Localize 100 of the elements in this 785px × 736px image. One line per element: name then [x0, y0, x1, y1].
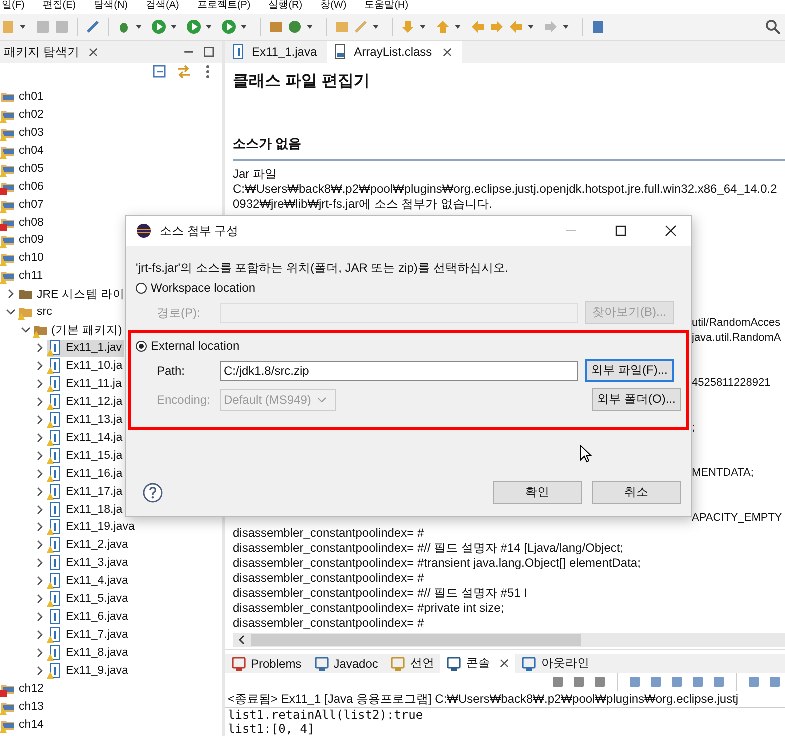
- tree-item[interactable]: Ex11_9.java: [47, 662, 130, 680]
- menu-item[interactable]: 탐색(N): [94, 0, 128, 14]
- expand-chevron-icon[interactable]: [6, 289, 16, 300]
- expand-chevron-icon[interactable]: [35, 396, 45, 407]
- tree-item[interactable]: Ex11_19.java: [47, 518, 137, 536]
- tree-item[interactable]: ch14: [0, 716, 46, 734]
- scroll-left-icon[interactable]: [237, 635, 247, 645]
- expand-chevron-icon[interactable]: [35, 414, 45, 425]
- expand-chevron-icon[interactable]: [35, 378, 45, 389]
- ok-button[interactable]: 확인: [493, 481, 582, 504]
- menu-item[interactable]: 프로젝트(P): [197, 0, 251, 14]
- view-tab[interactable]: 콘솔: [440, 654, 516, 673]
- editor-tab[interactable]: Ex11_1.java: [225, 41, 328, 63]
- expand-chevron-icon[interactable]: [35, 612, 45, 622]
- menu-item[interactable]: 편집(E): [42, 0, 76, 14]
- dropdown-caret-icon[interactable]: [135, 23, 143, 31]
- dropdown-caret-icon[interactable]: [454, 23, 462, 31]
- radio-button[interactable]: [136, 282, 147, 294]
- tree-item[interactable]: Ex11_1.jav: [47, 340, 124, 357]
- maximize-icon[interactable]: [202, 45, 216, 59]
- tree-item[interactable]: ch08: [0, 214, 46, 232]
- dropdown-caret-icon[interactable]: [19, 23, 27, 31]
- input-field[interactable]: C:/jdk1.8/src.zip: [220, 360, 578, 380]
- view-tab[interactable]: 아웃라인: [515, 654, 596, 673]
- tree-item[interactable]: ch01: [0, 88, 46, 106]
- expand-chevron-icon[interactable]: [35, 540, 45, 550]
- dropdown-caret-icon[interactable]: [306, 23, 314, 31]
- expand-chevron-icon[interactable]: [20, 325, 30, 336]
- tree-item[interactable]: ch07: [0, 196, 46, 214]
- radio-label[interactable]: Workspace location: [151, 281, 256, 295]
- tree-item[interactable]: Ex11_10.ja: [47, 358, 125, 375]
- tree-item[interactable]: ch13: [0, 698, 46, 716]
- tree-item[interactable]: Ex11_14.ja: [47, 429, 125, 446]
- editor-tab[interactable]: ArrayList.class: [327, 41, 462, 63]
- expand-chevron-icon[interactable]: [35, 522, 45, 532]
- expand-chevron-icon[interactable]: [35, 468, 45, 479]
- expand-chevron-icon[interactable]: [35, 558, 45, 568]
- dropdown-caret-icon[interactable]: [372, 23, 380, 31]
- dropdown-caret-icon[interactable]: [170, 23, 178, 31]
- expand-chevron-icon[interactable]: [35, 361, 45, 372]
- expand-chevron-icon[interactable]: [35, 648, 45, 658]
- menu-item[interactable]: 검색(A): [146, 0, 180, 14]
- tree-item[interactable]: Ex11_11.ja: [47, 375, 124, 392]
- dropdown-caret-icon[interactable]: [562, 23, 570, 31]
- tree-item[interactable]: ch09: [0, 232, 46, 249]
- radio-label[interactable]: External location: [151, 339, 240, 353]
- view-tab[interactable]: 선언: [384, 654, 440, 673]
- expand-chevron-icon[interactable]: [35, 666, 45, 676]
- menu-item[interactable]: 일(F): [2, 0, 25, 14]
- close-icon[interactable]: [665, 225, 677, 237]
- tree-item[interactable]: ch11: [0, 268, 46, 285]
- menu-item[interactable]: 창(W): [320, 0, 347, 14]
- tree-item[interactable]: Ex11_15.ja: [47, 447, 125, 464]
- radio-button[interactable]: [136, 340, 147, 352]
- expand-chevron-icon[interactable]: [35, 486, 45, 497]
- tree-item[interactable]: JRE 시스템 라이: [18, 286, 128, 303]
- tree-item[interactable]: Ex11_6.java: [47, 608, 130, 626]
- help-icon[interactable]: [143, 482, 163, 502]
- close-icon[interactable]: [443, 48, 452, 56]
- view-tab[interactable]: Javadoc: [308, 654, 384, 673]
- collapse-all-icon[interactable]: [152, 64, 168, 80]
- tree-item[interactable]: ch04: [0, 142, 46, 160]
- tree-item[interactable]: ch10: [0, 250, 46, 267]
- view-tab[interactable]: Problems: [225, 654, 308, 673]
- tree-item[interactable]: Ex11_13.ja: [47, 411, 125, 428]
- run-icon[interactable]: [151, 19, 167, 35]
- tree-item[interactable]: Ex11_4.java: [47, 572, 130, 590]
- dropdown-caret-icon[interactable]: [240, 23, 248, 31]
- close-icon[interactable]: [89, 48, 98, 56]
- expand-chevron-icon[interactable]: [35, 343, 45, 354]
- menu-item[interactable]: 실행(R): [268, 0, 303, 14]
- expand-chevron-icon[interactable]: [35, 450, 45, 461]
- tree-item[interactable]: Ex11_16.ja: [47, 465, 125, 482]
- dropdown-caret-icon[interactable]: [205, 23, 213, 31]
- external-folder-button[interactable]: 외부 폴더(O)...: [592, 388, 681, 411]
- tree-item[interactable]: ch06: [0, 178, 46, 196]
- tree-item[interactable]: Ex11_17.ja: [47, 483, 125, 500]
- tree-item[interactable]: Ex11_12.ja: [47, 393, 125, 410]
- tree-item[interactable]: (기본 패키지): [32, 322, 124, 339]
- external-file-button[interactable]: 외부 파일(F)...: [585, 359, 674, 382]
- cancel-button[interactable]: 취소: [592, 481, 681, 504]
- dropdown-caret-icon[interactable]: [419, 23, 427, 31]
- tree-item[interactable]: src: [18, 304, 54, 321]
- expand-chevron-icon[interactable]: [35, 432, 45, 443]
- horizontal-scrollbar[interactable]: [233, 633, 785, 647]
- tree-item[interactable]: ch12: [0, 680, 46, 698]
- tree-item[interactable]: ch02: [0, 106, 46, 124]
- tree-item[interactable]: Ex11_2.java: [47, 536, 130, 554]
- tree-item[interactable]: Ex11_3.java: [47, 554, 130, 572]
- expand-chevron-icon[interactable]: [35, 504, 45, 515]
- search-icon[interactable]: [765, 19, 781, 35]
- tree-item[interactable]: Ex11_8.java: [47, 644, 130, 662]
- tree-item[interactable]: ch03: [0, 124, 46, 142]
- tree-item[interactable]: Ex11_5.java: [47, 590, 130, 608]
- expand-chevron-icon[interactable]: [6, 307, 16, 318]
- expand-chevron-icon[interactable]: [35, 630, 45, 640]
- tree-item[interactable]: Ex11_7.java: [47, 626, 130, 644]
- expand-chevron-icon[interactable]: [35, 576, 45, 586]
- menu-item[interactable]: 도움말(H): [364, 0, 409, 14]
- tree-item[interactable]: Ex11_18.ja: [47, 501, 125, 518]
